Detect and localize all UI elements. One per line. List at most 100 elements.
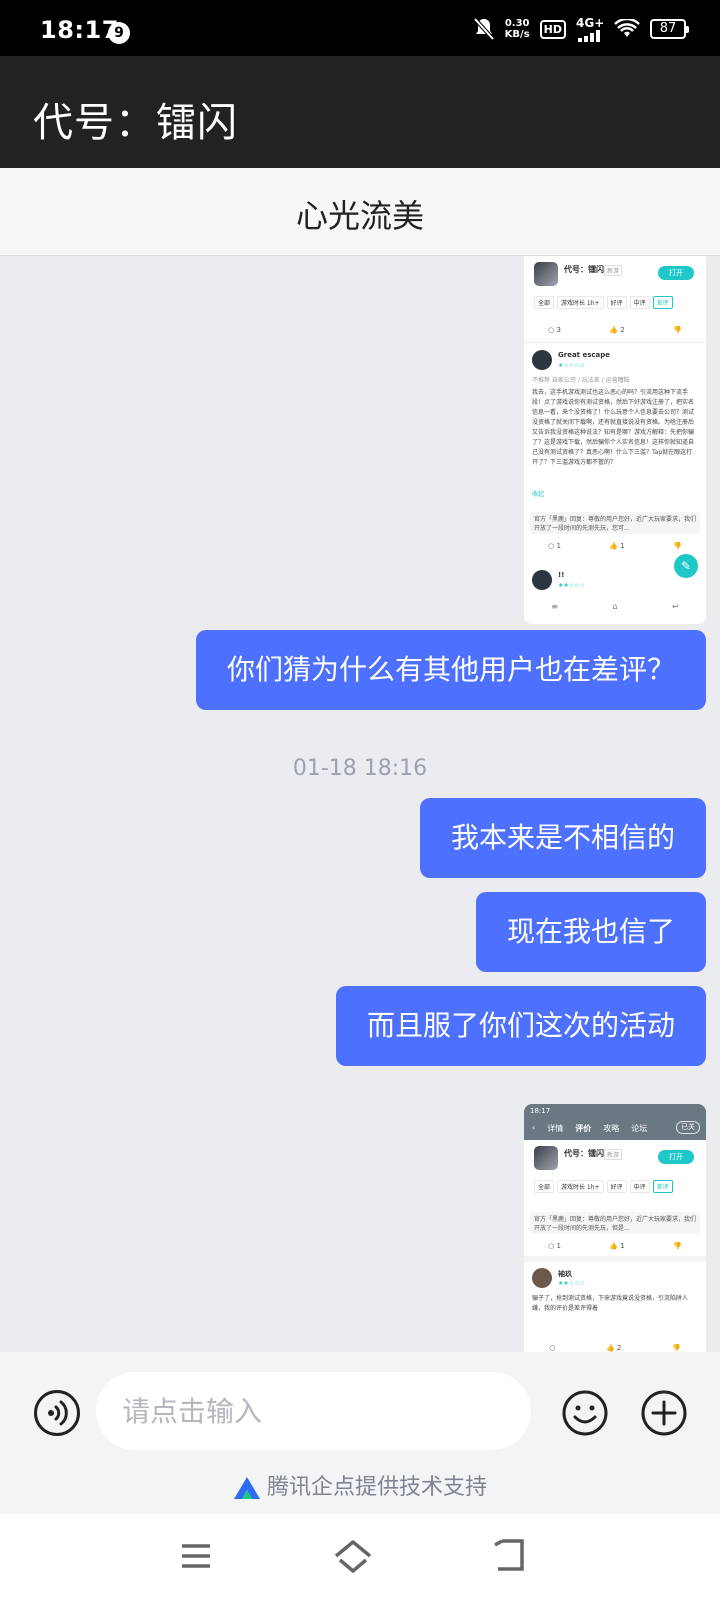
cell-signal: 4G+ — [576, 16, 604, 42]
mute-bell-icon — [473, 17, 495, 41]
message-bubble[interactable]: 而且服了你们这次的活动 — [335, 986, 706, 1066]
filter-positive: 好评 — [606, 1180, 627, 1193]
filter-all: 全部 — [534, 296, 555, 309]
game-card: 代号：镭闪 新游 打开 全部 游戏时长 1h+ 好评 中评 差评 — [530, 1140, 700, 1202]
tab-guides: 攻略 — [603, 1124, 620, 1133]
filter-playtime: 游戏时长 1h+ — [557, 296, 604, 309]
avatar — [532, 570, 552, 590]
net-speed-unit: KB/s — [504, 29, 530, 40]
net-speed-value: 0.30 — [504, 18, 530, 29]
edit-icon: ✎ — [674, 554, 698, 578]
mini-tabs: ‹ 详情 评价 攻略 论坛 — [532, 1123, 647, 1134]
comment-icon: ○ — [549, 1344, 556, 1352]
tab-reviews: 评价 — [575, 1124, 592, 1133]
qidian-logo-icon — [233, 1477, 260, 1499]
review-note: 不推荐 自家公司 / 玩法差 / 运营糟糕 — [532, 377, 630, 384]
mini-app-header: 18:17 ‹ 详情 评价 攻略 论坛 已关 — [524, 1104, 706, 1140]
mini-status-time: 18:17 — [530, 1107, 551, 1115]
net-speed: 0.30 KB/s — [505, 18, 530, 40]
review-actions-2: ○ 👍 2 👎 — [524, 1344, 706, 1352]
open-button: 打开 — [658, 1150, 694, 1164]
like-count: 👍 2 — [605, 1344, 622, 1352]
review-item: Great escape ★☆☆☆☆ 不推荐 自家公司 / 玩法差 / 运营糟糕… — [532, 350, 698, 510]
review-text: 骗子了，抢到测试资格，下来游戏竟说没资格，引流陷阱人嫌，我的评价是差评得着 — [532, 1295, 689, 1312]
message-list[interactable]: 代号：镭闪 新游 打开 全部 游戏时长 1h+ 好评 中评 差评 ○ 3 👍 2… — [0, 256, 720, 1352]
status-icons: 0.30 KB/s HD 4G+ 87 — [473, 14, 689, 44]
image-message-screenshot[interactable]: 代号：镭闪 新游 打开 全部 游戏时长 1h+ 好评 中评 差评 ○ 3 👍 2… — [524, 256, 706, 624]
mini-nav: ≡ ⌂ ↩ — [524, 602, 706, 611]
chat-header: 心光流美 — [0, 168, 720, 256]
message-input[interactable] — [96, 1372, 531, 1450]
network-type: 4G+ — [576, 16, 605, 30]
review-actions-2: ○ 1 👍 1 👎 — [524, 542, 706, 550]
review-item: 袖玖 ★★☆☆☆ 骗子了，抢到测试资格，下来游戏竟说没资格，引流陷阱人嫌，我的评… — [532, 1268, 698, 1328]
filter-positive: 好评 — [606, 296, 627, 309]
filter-neutral: 中评 — [629, 296, 650, 309]
review-filters: 全部 游戏时长 1h+ 好评 中评 差评 — [534, 1180, 696, 1193]
voice-button[interactable] — [34, 1390, 80, 1436]
message-bubble[interactable]: 我本来是不相信的 — [419, 798, 706, 878]
collapse-link: 收起 — [532, 491, 545, 498]
chat-title: 心光流美 — [295, 197, 424, 235]
app-bar: 代号：镭闪 — [0, 56, 720, 168]
tab-details: 详情 — [547, 1124, 564, 1133]
game-tag: 新游 — [604, 265, 623, 276]
notification-badge: 9 — [108, 22, 130, 44]
filter-negative: 差评 — [652, 1180, 673, 1193]
filter-all: 全部 — [534, 1180, 555, 1193]
menu-icon[interactable] — [176, 1536, 216, 1576]
hd-icon: HD — [539, 19, 566, 39]
game-card: 代号：镭闪 新游 打开 全部 游戏时长 1h+ 好评 中评 差评 — [530, 256, 700, 318]
reviewer-name: !! — [558, 571, 565, 579]
dislike-icon: 👎 — [673, 326, 682, 334]
filter-negative: 差评 — [652, 296, 673, 309]
review-text: 我去，这手机游戏测试也这么恶心的吗？引流用这种下流手段！点了游戏说你有测试资格，… — [532, 389, 695, 466]
open-button: 打开 — [658, 266, 694, 280]
game-tag: 新游 — [604, 1149, 623, 1160]
footer-text: 腾讯企点提供技术支持 — [266, 1475, 487, 1500]
status-bar: 18:17 9 0.30 KB/s HD 4G+ 87 — [0, 0, 720, 56]
wifi-icon — [614, 19, 640, 37]
comment-count: ○ 3 — [548, 326, 561, 334]
plus-icon[interactable] — [640, 1389, 688, 1437]
footer: 腾讯企点提供技术支持 — [0, 1472, 720, 1514]
game-icon — [534, 1146, 558, 1170]
avatar — [532, 1268, 552, 1288]
message-timestamp: 01-18 18:16 — [292, 756, 428, 781]
signal-icon — [578, 30, 600, 42]
like-count: 👍 1 — [609, 1242, 625, 1250]
input-bar — [0, 1352, 720, 1472]
filter-playtime: 游戏时长 1h+ — [557, 1180, 604, 1193]
review-actions: ○ 1 👍 1 👎 — [524, 1242, 706, 1250]
menu-icon: ≡ — [551, 602, 558, 611]
avatar — [532, 350, 552, 370]
dislike-icon: 👎 — [673, 542, 682, 550]
follow-badge: 已关 — [676, 1121, 700, 1134]
game-name: 代号：镭闪 — [564, 265, 604, 274]
star-rating: ★☆☆☆☆ — [558, 362, 585, 369]
tab-forum: 论坛 — [631, 1124, 648, 1133]
like-count: 👍 2 — [609, 326, 625, 334]
review-filters: 全部 游戏时长 1h+ 好评 中评 差评 — [534, 296, 696, 309]
star-rating: ★★☆☆☆ — [558, 1280, 585, 1287]
reviewer-name: Great escape — [558, 351, 610, 359]
emoji-icon[interactable] — [561, 1389, 609, 1437]
home-icon: ⌂ — [612, 602, 618, 611]
reviewer-name: 袖玖 — [558, 1270, 572, 1278]
image-message-screenshot[interactable]: 18:17 ‹ 详情 评价 攻略 论坛 已关 代号：镭闪 新游 打开 全部 游戏… — [524, 1104, 706, 1352]
official-reply: 官方「黑鹿」回复：尊敬的用户您好，近广大玩家要求，我们开放了一段时间的先测先玩，… — [530, 512, 700, 534]
dislike-icon: 👎 — [671, 1344, 681, 1352]
status-time: 18:17 — [40, 16, 119, 44]
message-bubble[interactable]: 你们猜为什么有其他用户也在差评？ — [195, 630, 706, 710]
voice-icon — [48, 1400, 68, 1426]
message-bubble[interactable]: 现在我也信了 — [475, 892, 706, 972]
home-icon[interactable] — [333, 1536, 373, 1576]
game-icon — [534, 262, 558, 286]
comment-count: ○ 1 — [548, 542, 561, 550]
back-icon: ↩ — [672, 602, 679, 611]
battery-icon: 87 — [650, 19, 689, 39]
like-count: 👍 1 — [609, 542, 625, 550]
review-actions: ○ 3 👍 2 👎 — [524, 326, 706, 334]
star-rating: ★★☆☆☆ — [558, 582, 585, 589]
back-icon[interactable] — [490, 1536, 530, 1576]
